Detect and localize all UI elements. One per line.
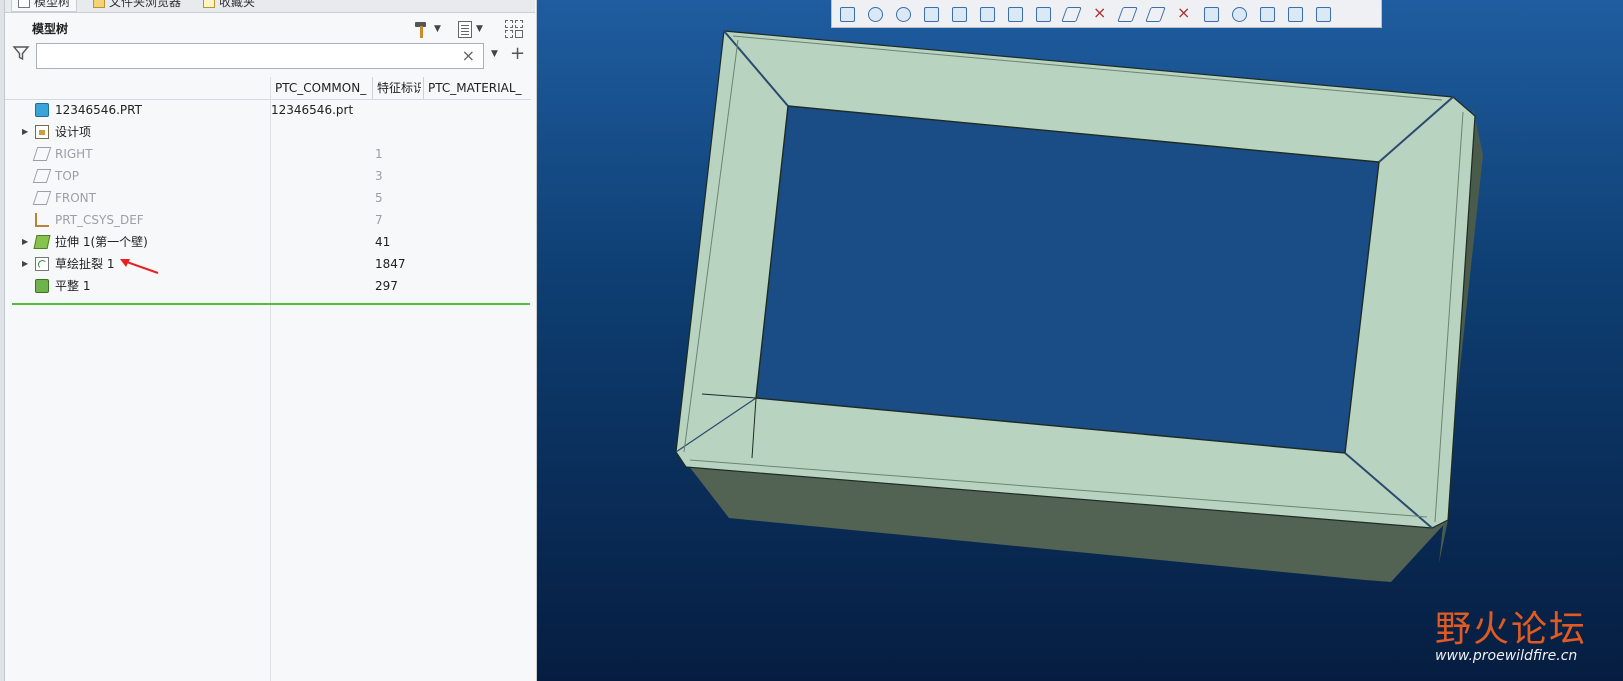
part-icon bbox=[35, 103, 49, 117]
view-manager-icon[interactable] bbox=[1004, 3, 1026, 25]
axis-display-icon[interactable] bbox=[1144, 3, 1166, 25]
graphics-viewport[interactable] bbox=[537, 0, 1623, 681]
insert-here-marker[interactable] bbox=[12, 303, 530, 305]
datum-plane-icon bbox=[32, 191, 52, 205]
tree-row-sketched-rip[interactable]: ▶ 草绘扯裂 1 1847 bbox=[5, 253, 531, 275]
settings-button[interactable]: ▼ bbox=[412, 18, 441, 40]
chevron-down-icon: ▼ bbox=[476, 24, 483, 34]
add-icon[interactable]: + bbox=[510, 44, 525, 64]
csys-display-icon[interactable] bbox=[1200, 3, 1222, 25]
model-tree-panel: 模型树 文件夹浏览器 收藏夹 模型树 ▼ ▼ × ▼ + PTC_COMMON_… bbox=[0, 0, 537, 681]
filter-icon[interactable] bbox=[12, 44, 32, 64]
design-items-icon bbox=[35, 125, 49, 139]
layout-icon[interactable] bbox=[1312, 3, 1334, 25]
model-opening bbox=[755, 105, 1380, 454]
section-icon[interactable] bbox=[1060, 3, 1082, 25]
tab-folder-browser[interactable]: 文件夹浏览器 bbox=[87, 0, 187, 11]
tab-model-tree[interactable]: 模型树 bbox=[11, 0, 78, 12]
tree-column-header: PTC_COMMON_ 特征标识 PTC_MATERIAL_ bbox=[5, 77, 531, 100]
model-tree-icon bbox=[18, 0, 30, 8]
watermark-logo-text: 野火论坛 bbox=[1435, 609, 1588, 650]
expand-arrow-icon[interactable]: ▶ bbox=[22, 121, 28, 143]
appearance-icon[interactable] bbox=[1284, 3, 1306, 25]
column-feature-id[interactable]: 特征标识 bbox=[372, 77, 421, 99]
saved-orientations-icon[interactable] bbox=[976, 3, 998, 25]
display-style-icon[interactable] bbox=[948, 3, 970, 25]
sketched-rip-icon bbox=[35, 257, 49, 271]
hammer-icon bbox=[412, 20, 430, 38]
clear-icon[interactable]: × bbox=[462, 46, 475, 66]
watermark: 野火论坛 www.proewildfire.cn bbox=[1435, 600, 1587, 664]
watermark-url: www.proewildfire.cn bbox=[1435, 648, 1578, 664]
favorites-icon bbox=[203, 0, 215, 8]
annotation-display-icon[interactable] bbox=[1088, 3, 1110, 25]
column-ptc-material[interactable]: PTC_MATERIAL_ bbox=[423, 77, 532, 99]
view-toolbar bbox=[831, 0, 1382, 28]
expand-arrow-icon[interactable]: ▶ bbox=[22, 231, 28, 253]
search-options-chevron-icon[interactable]: ▼ bbox=[491, 49, 498, 59]
display-toggle-icon bbox=[504, 19, 524, 39]
tree-row-front[interactable]: FRONT 5 bbox=[5, 187, 531, 209]
display-filter-button[interactable] bbox=[504, 18, 524, 40]
point-display-icon[interactable] bbox=[1172, 3, 1194, 25]
extrude-icon bbox=[33, 235, 51, 249]
datum-plane-icon bbox=[32, 147, 52, 161]
perspective-view-icon[interactable] bbox=[1032, 3, 1054, 25]
expand-arrow-icon[interactable]: ▶ bbox=[22, 253, 28, 275]
tree-row-top[interactable]: TOP 3 bbox=[5, 165, 531, 187]
search-input[interactable] bbox=[37, 44, 469, 68]
tab-favorites[interactable]: 收藏夹 bbox=[197, 0, 261, 11]
spin-center-icon[interactable] bbox=[1228, 3, 1250, 25]
panel-title: 模型树 bbox=[32, 22, 69, 36]
refit-icon[interactable] bbox=[836, 3, 858, 25]
tree-row-design-items[interactable]: ▶ 设计项 bbox=[5, 121, 531, 143]
chevron-down-icon: ▼ bbox=[434, 24, 441, 34]
tree-row-part[interactable]: 12346546.PRT 12346546.prt bbox=[5, 99, 531, 121]
show-button[interactable]: ▼ bbox=[458, 18, 483, 40]
zoom-out-icon[interactable] bbox=[892, 3, 914, 25]
repaint-icon[interactable] bbox=[920, 3, 942, 25]
list-icon bbox=[458, 20, 472, 38]
navigator-tabs: 模型树 文件夹浏览器 收藏夹 bbox=[5, 0, 535, 13]
annotation-arrow bbox=[120, 259, 159, 274]
zoom-in-icon[interactable] bbox=[864, 3, 886, 25]
tree-row-flat-wall[interactable]: 平整 1 297 bbox=[5, 275, 531, 297]
flat-wall-icon bbox=[35, 279, 49, 293]
tree-row-extrude[interactable]: ▶ 拉伸 1(第一个壁) 41 bbox=[5, 231, 531, 253]
plane-display-icon[interactable] bbox=[1116, 3, 1138, 25]
search-field[interactable]: × bbox=[36, 43, 484, 69]
column-ptc-common[interactable]: PTC_COMMON_ bbox=[270, 77, 369, 99]
datum-plane-icon bbox=[32, 169, 52, 183]
folder-icon bbox=[93, 0, 105, 8]
tree-row-right[interactable]: RIGHT 1 bbox=[5, 143, 531, 165]
datum-display-filter-icon[interactable] bbox=[1256, 3, 1278, 25]
sheetmetal-frame-model bbox=[675, 30, 1483, 582]
tree-row-csys[interactable]: PRT_CSYS_DEF 7 bbox=[5, 209, 531, 231]
csys-icon bbox=[35, 213, 49, 227]
